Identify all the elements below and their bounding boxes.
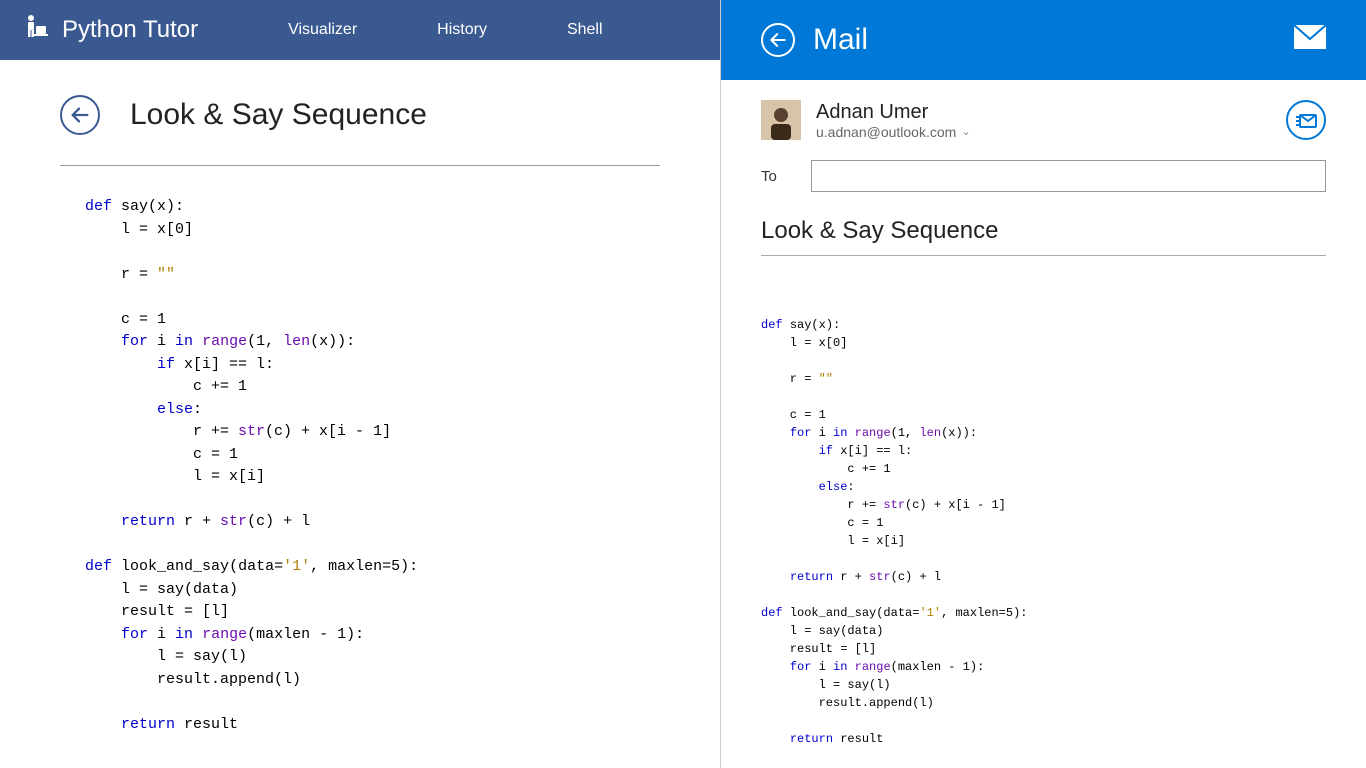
back-button[interactable] xyxy=(60,95,100,135)
sender-row: Adnan Umer u.adnan@outlook.com ⌄ xyxy=(761,100,1326,140)
divider xyxy=(60,165,660,166)
brand-icon xyxy=(20,12,50,49)
left-header: Python Tutor Visualizer History Shell xyxy=(0,0,720,60)
sender-email[interactable]: u.adnan@outlook.com ⌄ xyxy=(816,124,1271,140)
page-title: Look & Say Sequence xyxy=(130,98,427,132)
nav-history[interactable]: History xyxy=(437,21,487,39)
sender-name: Adnan Umer xyxy=(816,101,1271,124)
code-block: def say(x): l = x[0] r = "" c = 1 for i … xyxy=(85,196,660,736)
sender-info: Adnan Umer u.adnan@outlook.com ⌄ xyxy=(816,101,1271,140)
mail-pane: Mail Adnan Umer u.adnan@outlook.com ⌄ To xyxy=(720,0,1366,768)
nav-items: Visualizer History Shell xyxy=(288,21,602,39)
mail-code-block: def say(x): l = x[0] r = "" c = 1 for i … xyxy=(761,316,1326,748)
title-row: Look & Say Sequence xyxy=(60,95,660,135)
subject-line: Look & Say Sequence xyxy=(761,217,1326,245)
mail-title-group: Mail xyxy=(761,23,868,57)
mail-header: Mail xyxy=(721,0,1366,80)
brand[interactable]: Python Tutor xyxy=(20,12,198,49)
left-content: Look & Say Sequence def say(x): l = x[0]… xyxy=(0,60,720,768)
mail-body: Adnan Umer u.adnan@outlook.com ⌄ To Look… xyxy=(721,80,1366,768)
avatar xyxy=(761,100,801,140)
to-input[interactable] xyxy=(811,160,1326,192)
mail-back-button[interactable] xyxy=(761,23,795,57)
envelope-icon[interactable] xyxy=(1294,23,1326,57)
to-row: To xyxy=(761,160,1326,192)
nav-visualizer[interactable]: Visualizer xyxy=(288,21,357,39)
python-tutor-pane: Python Tutor Visualizer History Shell Lo… xyxy=(0,0,720,768)
subject-divider xyxy=(761,255,1326,256)
sender-email-text: u.adnan@outlook.com xyxy=(816,124,956,140)
send-button[interactable] xyxy=(1286,100,1326,140)
mail-title: Mail xyxy=(813,23,868,57)
brand-text: Python Tutor xyxy=(62,16,198,44)
to-label: To xyxy=(761,168,791,185)
nav-shell[interactable]: Shell xyxy=(567,21,603,39)
chevron-down-icon: ⌄ xyxy=(961,125,970,138)
